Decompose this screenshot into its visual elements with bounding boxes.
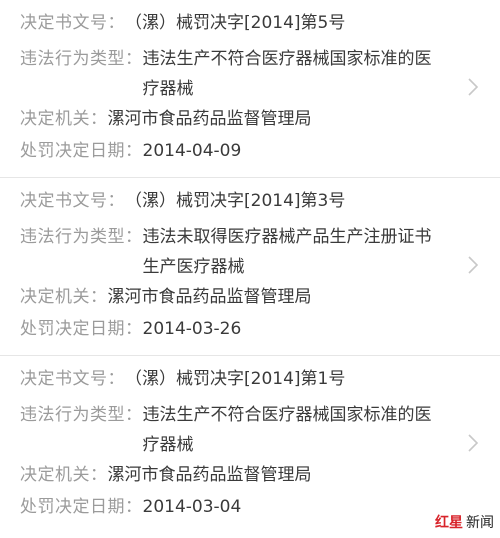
watermark-logo: 红星 新闻 xyxy=(435,512,494,532)
chevron-right-icon[interactable] xyxy=(462,432,484,454)
penalty-record-card[interactable]: 决定书文号： （漯）械罚决字[2014]第3号 违法行为类型： 违法未取得医疗器… xyxy=(0,178,500,356)
date-value: 2014-03-04 xyxy=(142,497,242,517)
violation-type-value: 违法未取得医疗器械产品生产注册证书生产医疗器械 xyxy=(142,227,432,277)
violation-type-value: 违法生产不符合医疗器械国家标准的医疗器械 xyxy=(142,49,432,99)
penalty-record-card[interactable]: 决定书文号： （漯）械罚决字[2014]第5号 违法行为类型： 违法生产不符合医… xyxy=(0,0,500,178)
date-row: 处罚决定日期： 2014-03-04 xyxy=(20,492,241,522)
authority-label: 决定机关： xyxy=(20,465,108,485)
authority-value: 漯河市食品药品监督管理局 xyxy=(107,465,312,485)
doc-no-value: （漯）械罚决字[2014]第3号 xyxy=(125,191,346,211)
authority-label: 决定机关： xyxy=(20,109,108,129)
doc-no-row: 决定书文号： （漯）械罚决字[2014]第1号 xyxy=(20,364,345,394)
doc-no-row: 决定书文号： （漯）械罚决字[2014]第5号 xyxy=(20,8,345,38)
doc-no-row: 决定书文号： （漯）械罚决字[2014]第3号 xyxy=(20,186,345,216)
chevron-right-icon[interactable] xyxy=(462,76,484,98)
doc-no-label: 决定书文号： xyxy=(20,369,125,389)
violation-type-row: 违法行为类型： 违法未取得医疗器械产品生产注册证书生产医疗器械 xyxy=(20,222,433,282)
authority-value: 漯河市食品药品监督管理局 xyxy=(107,109,312,129)
doc-no-value: （漯）械罚决字[2014]第1号 xyxy=(125,369,346,389)
violation-type-label: 违法行为类型： xyxy=(20,405,143,425)
doc-no-label: 决定书文号： xyxy=(20,191,125,211)
violation-type-value: 违法生产不符合医疗器械国家标准的医疗器械 xyxy=(142,405,432,455)
date-label: 处罚决定日期： xyxy=(20,497,143,517)
chevron-right-icon[interactable] xyxy=(462,254,484,276)
date-label: 处罚决定日期： xyxy=(20,141,143,161)
authority-value: 漯河市食品药品监督管理局 xyxy=(107,287,312,307)
date-row: 处罚决定日期： 2014-03-26 xyxy=(20,314,241,344)
authority-row: 决定机关： 漯河市食品药品监督管理局 xyxy=(20,460,312,490)
date-row: 处罚决定日期： 2014-04-09 xyxy=(20,136,241,166)
doc-no-value: （漯）械罚决字[2014]第5号 xyxy=(125,13,346,33)
authority-label: 决定机关： xyxy=(20,287,108,307)
violation-type-label: 违法行为类型： xyxy=(20,227,143,247)
authority-row: 决定机关： 漯河市食品药品监督管理局 xyxy=(20,104,312,134)
violation-type-row: 违法行为类型： 违法生产不符合医疗器械国家标准的医疗器械 xyxy=(20,44,433,104)
authority-row: 决定机关： 漯河市食品药品监督管理局 xyxy=(20,282,312,312)
watermark-brand-dark: 新闻 xyxy=(466,515,494,531)
date-value: 2014-03-26 xyxy=(142,319,242,339)
watermark-brand-red: 红星 xyxy=(435,515,463,531)
penalty-record-card[interactable]: 决定书文号： （漯）械罚决字[2014]第1号 违法行为类型： 违法生产不符合医… xyxy=(0,356,500,534)
penalty-list: 决定书文号： （漯）械罚决字[2014]第5号 违法行为类型： 违法生产不符合医… xyxy=(0,0,500,534)
violation-type-row: 违法行为类型： 违法生产不符合医疗器械国家标准的医疗器械 xyxy=(20,400,433,460)
violation-type-label: 违法行为类型： xyxy=(20,49,143,69)
doc-no-label: 决定书文号： xyxy=(20,13,125,33)
date-label: 处罚决定日期： xyxy=(20,319,143,339)
date-value: 2014-04-09 xyxy=(142,141,242,161)
